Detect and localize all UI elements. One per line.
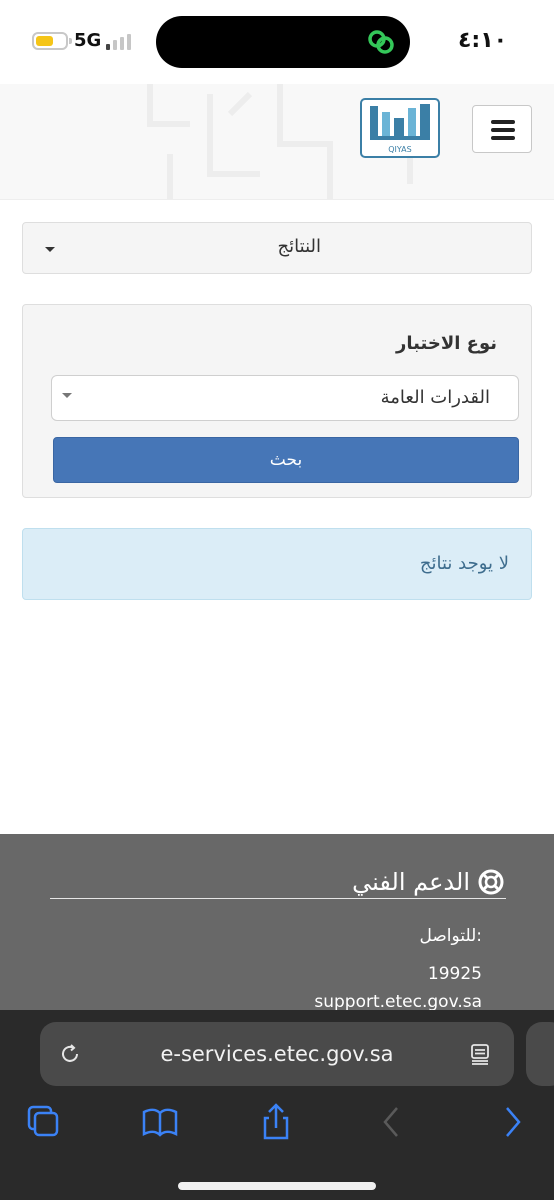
bookmarks-icon[interactable] bbox=[140, 1102, 180, 1142]
svg-text:QIYAS: QIYAS bbox=[388, 145, 411, 154]
status-bar: 5G ٤:١٠ bbox=[0, 0, 554, 84]
support-email-link[interactable]: support.etec.gov.sa bbox=[314, 992, 482, 1012]
support-footer: الدعم الفني للتواصل: 19925 support.etec.… bbox=[0, 834, 554, 1020]
results-dropdown[interactable]: النتائج bbox=[22, 222, 532, 274]
link-icon bbox=[368, 30, 394, 54]
contact-label: للتواصل: bbox=[419, 926, 483, 946]
battery-icon bbox=[32, 32, 72, 50]
tabs-icon[interactable] bbox=[24, 1102, 64, 1142]
address-bar[interactable]: e-services.etec.gov.sa bbox=[40, 1022, 514, 1086]
test-type-selected-value: القدرات العامة bbox=[380, 387, 490, 408]
no-results-alert: لا يوجد نتائج bbox=[22, 528, 532, 600]
back-arrow-icon[interactable] bbox=[372, 1102, 412, 1142]
results-dropdown-label: النتائج bbox=[277, 236, 321, 257]
share-icon[interactable] bbox=[256, 1102, 296, 1142]
next-tab-preview[interactable] bbox=[526, 1022, 554, 1086]
support-title-text: الدعم الفني bbox=[352, 868, 470, 896]
forward-arrow-icon[interactable] bbox=[492, 1102, 532, 1142]
signal-strength-icon bbox=[106, 34, 131, 50]
no-results-message: لا يوجد نتائج bbox=[419, 553, 509, 574]
qiyas-logo[interactable]: QIYAS bbox=[360, 98, 440, 158]
caret-down-icon bbox=[62, 393, 72, 398]
home-indicator[interactable] bbox=[178, 1182, 376, 1190]
test-type-label: نوع الاختبار bbox=[396, 333, 497, 354]
battery-level-fill bbox=[36, 36, 53, 46]
divider bbox=[50, 898, 506, 899]
search-button[interactable]: بحث bbox=[53, 437, 519, 483]
test-type-select[interactable]: القدرات العامة bbox=[51, 375, 519, 421]
url-text[interactable]: e-services.etec.gov.sa bbox=[40, 1042, 514, 1066]
network-type: 5G bbox=[74, 30, 102, 51]
support-phone-link[interactable]: 19925 bbox=[428, 964, 482, 984]
clock: ٤:١٠ bbox=[458, 28, 508, 53]
browser-toolbar: e-services.etec.gov.sa bbox=[0, 1010, 554, 1200]
lifebuoy-icon bbox=[478, 869, 504, 895]
menu-button[interactable] bbox=[472, 105, 532, 153]
support-heading: الدعم الفني bbox=[352, 868, 504, 896]
caret-down-icon bbox=[45, 247, 55, 252]
site-header: QIYAS bbox=[0, 84, 554, 200]
hamburger-menu-icon bbox=[491, 120, 515, 140]
dynamic-island bbox=[156, 16, 410, 68]
search-panel: نوع الاختبار القدرات العامة بحث bbox=[22, 304, 532, 498]
reader-mode-icon[interactable] bbox=[468, 1042, 492, 1066]
